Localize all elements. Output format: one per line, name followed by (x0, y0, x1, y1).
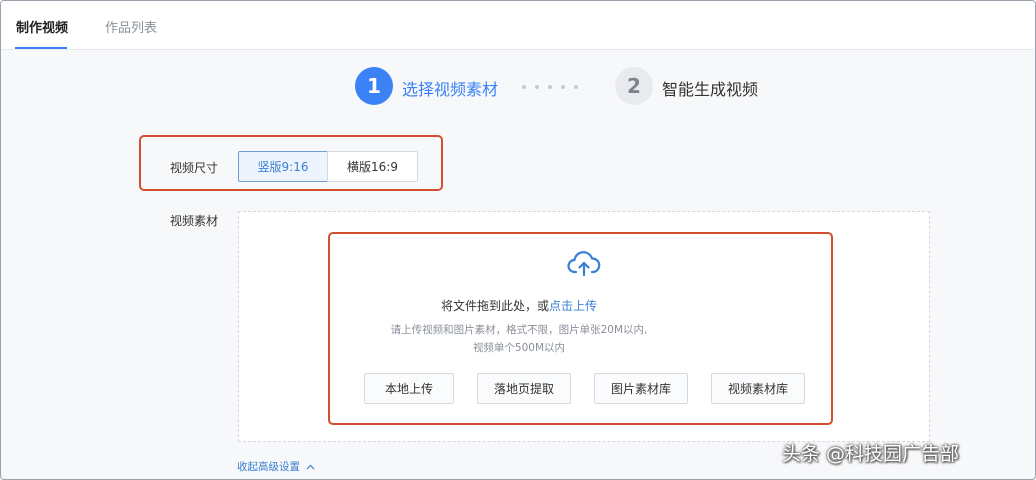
chevron-up-icon (306, 464, 315, 470)
tab-works-list[interactable]: 作品列表 (105, 17, 157, 36)
step-connector-dots (522, 85, 578, 89)
upload-highlight-box (328, 232, 833, 425)
step-1-number: 1 (355, 67, 393, 105)
collapse-advanced-label: 收起高级设置 (237, 461, 300, 473)
step-1-label: 选择视频素材 (402, 80, 499, 99)
collapse-advanced-settings-link[interactable]: 收起高级设置 (237, 459, 315, 474)
size-highlight-box (139, 135, 443, 191)
step-2-number: 2 (615, 67, 653, 105)
watermark: 头条 @科技园广告部 (782, 443, 960, 465)
step-2-label: 智能生成视频 (662, 80, 759, 99)
video-material-label: 视频素材 (170, 214, 219, 228)
app-window: 制作视频 作品列表 1 选择视频素材 2 智能生成视频 视频尺寸 竖版9:16 … (0, 0, 1036, 480)
tab-bar: 制作视频 作品列表 (1, 1, 1035, 50)
tab-make-video[interactable]: 制作视频 (16, 17, 68, 36)
active-tab-indicator (15, 47, 67, 49)
